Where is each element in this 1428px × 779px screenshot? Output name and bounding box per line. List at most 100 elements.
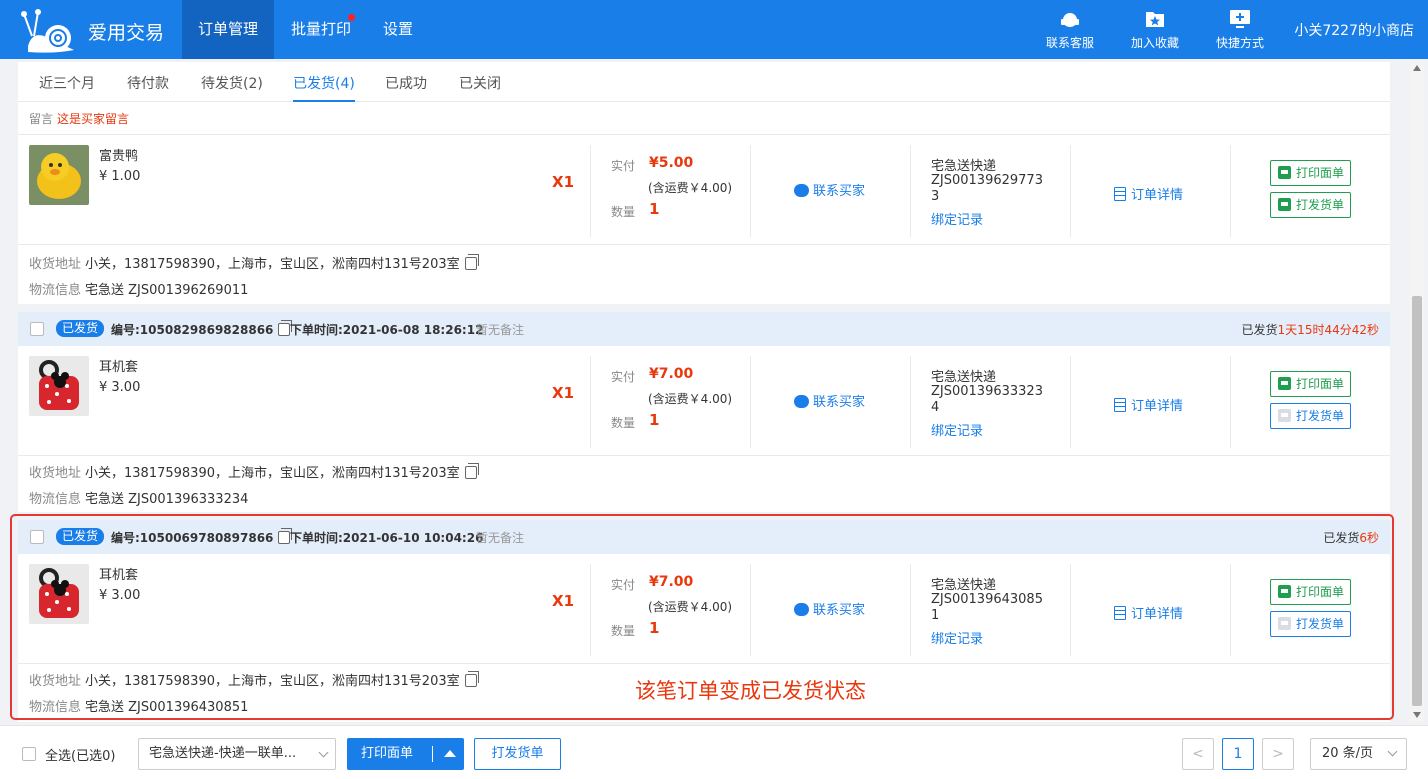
template-select-value: 宅急送快递-快递一联单... — [149, 746, 297, 761]
order-card: 富贵鸭 ¥ 1.00 X1 实付 ¥5.00 (含运费￥4.00) 数量 1 联… — [18, 134, 1390, 304]
logistics-info: 物流信息 宅急送 ZJS001396333234 — [29, 488, 248, 507]
bind-record-link[interactable]: 绑定记录 — [931, 209, 983, 228]
order-note[interactable]: 暂无备注 — [476, 321, 524, 338]
order-detail-link[interactable]: 订单详情 — [1114, 395, 1183, 414]
list-icon — [1278, 409, 1291, 422]
shipping-fee: (含运费￥4.00) — [648, 181, 733, 195]
shop-name[interactable]: 小关7227的小商店 — [1294, 20, 1414, 40]
printer-icon — [1278, 377, 1291, 390]
prev-page-button[interactable]: < — [1182, 738, 1214, 770]
count-label: 数量 — [611, 205, 636, 219]
copy-icon[interactable] — [464, 463, 479, 479]
column-divider — [1070, 356, 1071, 448]
shortcut-label: 快捷方式 — [1215, 36, 1264, 50]
copy-icon[interactable] — [464, 254, 479, 270]
select-all-label[interactable]: 全选(已选0) — [45, 745, 115, 764]
order-header: 已发货 编号:1050829869828866 下单时间:2021-06-08 … — [18, 312, 1390, 346]
nav-settings[interactable]: 设置 — [367, 0, 429, 59]
monitor-plus-icon — [1230, 10, 1250, 28]
snail-logo-icon — [21, 9, 74, 53]
batch-print-shipping-button[interactable]: 打发货单 — [474, 738, 561, 770]
nav-batch-print-label: 批量打印 — [291, 20, 352, 38]
shortcut-button[interactable]: 快捷方式 — [1205, 8, 1275, 51]
tracking-number: ZJS001396297733 — [931, 173, 1043, 204]
brand-name[interactable]: 爱用交易 — [88, 18, 164, 45]
logistics-text: 宅急送 ZJS001396269011 — [85, 283, 249, 298]
contact-buyer-label: 联系买家 — [813, 395, 866, 410]
button-divider — [432, 746, 433, 762]
headset-icon — [1061, 11, 1079, 27]
count-value: 1 — [649, 411, 660, 429]
nav-batch-print[interactable]: 批量打印 — [275, 0, 367, 59]
status-tabs: 近三个月 待付款 待发货(2) 已发货(4) 已成功 已关闭 — [18, 62, 1390, 102]
bind-record-link[interactable]: 绑定记录 — [931, 420, 983, 439]
select-all-checkbox[interactable] — [22, 747, 36, 761]
vertical-scrollbar[interactable] — [1410, 62, 1424, 722]
column-divider — [750, 145, 751, 237]
tab-closed[interactable]: 已关闭 — [459, 73, 501, 93]
order-number-text: 编号:1050829869828866 — [111, 323, 274, 337]
print-shipping-list-label: 打发货单 — [1296, 198, 1345, 212]
paid-amount: ¥7.00 — [649, 366, 694, 382]
quantity-mark: X1 — [552, 384, 575, 402]
scroll-down-arrow-icon[interactable] — [1413, 712, 1421, 718]
next-page-button[interactable]: > — [1262, 738, 1294, 770]
contact-service-button[interactable]: 联系客服 — [1035, 8, 1105, 51]
paid-label: 实付 — [611, 370, 636, 384]
star-folder-icon — [1146, 12, 1164, 27]
order-checkbox[interactable] — [30, 322, 44, 336]
column-divider — [590, 356, 591, 448]
batch-print-waybill-button[interactable]: 打印面单 — [347, 738, 464, 770]
template-select[interactable]: 宅急送快递-快递一联单... — [138, 738, 336, 770]
page-size-select[interactable]: 20 条/页 — [1310, 738, 1407, 770]
scrollbar-thumb[interactable] — [1412, 296, 1422, 706]
chevron-down-icon — [1387, 746, 1398, 757]
contact-buyer-link[interactable]: 联系买家 — [794, 178, 865, 199]
product-thumbnail[interactable] — [29, 356, 89, 416]
tab-pending-shipment[interactable]: 待发货(2) — [201, 73, 263, 93]
page-number-button[interactable]: 1 — [1222, 738, 1254, 770]
print-shipping-list-button[interactable]: 打发货单 — [1270, 192, 1351, 218]
tab-three-months[interactable]: 近三个月 — [39, 73, 95, 93]
tab-pending-payment[interactable]: 待付款 — [127, 73, 169, 93]
column-divider — [590, 145, 591, 237]
document-icon — [1114, 187, 1126, 201]
paid-amount: ¥5.00 — [649, 155, 694, 171]
product-name[interactable]: 富贵鸭 — [99, 145, 138, 164]
print-shipping-list-button[interactable]: 打发货单 — [1270, 403, 1351, 429]
scroll-up-arrow-icon[interactable] — [1413, 65, 1421, 71]
tab-shipped[interactable]: 已发货(4) — [293, 73, 355, 102]
copy-icon[interactable] — [278, 320, 293, 336]
caret-up-icon[interactable] — [444, 750, 456, 757]
logistics-info: 物流信息 宅急送 ZJS001396269011 — [29, 279, 248, 298]
order-number: 编号:1050829869828866 — [111, 320, 293, 338]
print-waybill-button[interactable]: 打印面单 — [1270, 371, 1351, 397]
chat-icon — [794, 389, 809, 408]
paid-label: 实付 — [611, 159, 636, 173]
nav-order-management[interactable]: 订单管理 — [182, 0, 275, 59]
top-navigation-bar: 爱用交易 订单管理 批量打印 设置 联系客服 加入收藏 快捷方式 小关7227的… — [0, 0, 1428, 59]
shipping-address: 收货地址 小关，13817598390，上海市，宝山区，淞南四村131号203室 — [29, 462, 479, 481]
print-waybill-button[interactable]: 打印面单 — [1270, 160, 1351, 186]
contact-buyer-link[interactable]: 联系买家 — [794, 389, 866, 410]
address-label: 收货地址 — [29, 466, 82, 481]
column-divider — [1070, 145, 1071, 237]
list-icon — [1278, 198, 1291, 211]
elapsed-time: 1天15时44分42秒 — [1277, 323, 1379, 337]
add-favorite-button[interactable]: 加入收藏 — [1120, 8, 1190, 51]
document-icon — [1114, 398, 1126, 412]
logistics-text: 宅急送 ZJS001396333234 — [85, 492, 249, 507]
contact-service-label: 联系客服 — [1045, 36, 1094, 50]
product-name[interactable]: 耳机套 — [99, 356, 138, 375]
product-thumbnail[interactable] — [29, 145, 89, 205]
add-favorite-label: 加入收藏 — [1130, 36, 1179, 50]
tab-completed[interactable]: 已成功 — [385, 73, 427, 93]
count-value: 1 — [649, 200, 660, 218]
column-divider — [910, 356, 911, 448]
carrier-name: 宅急送快递 — [931, 159, 997, 174]
print-waybill-label: 打印面单 — [1296, 166, 1345, 180]
column-divider — [1230, 356, 1231, 448]
order-detail-link[interactable]: 订单详情 — [1114, 184, 1183, 203]
shipped-prefix: 已发货 — [1241, 323, 1278, 337]
annotation-text: 该笔订单变成已发货状态 — [635, 679, 866, 703]
